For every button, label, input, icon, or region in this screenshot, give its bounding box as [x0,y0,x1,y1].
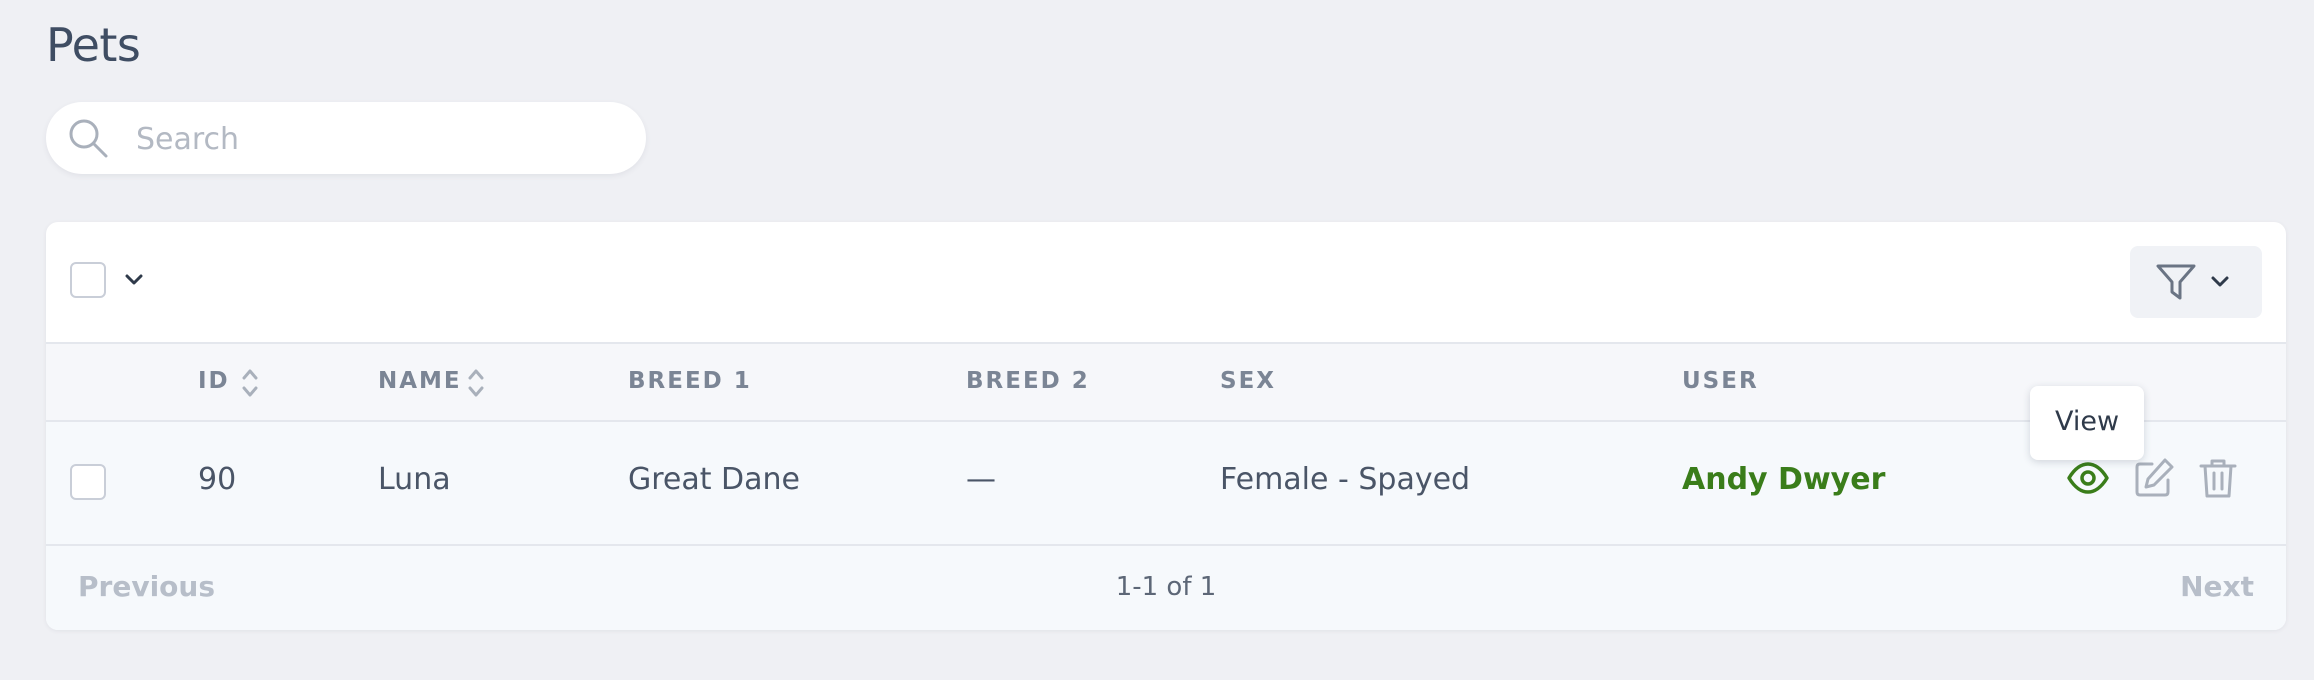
column-header-id[interactable]: ID [198,368,230,394]
edit-icon[interactable] [2132,456,2176,500]
filter-icon [2156,264,2196,300]
filter-button[interactable] [2130,246,2262,318]
table-row[interactable]: 90 Luna Great Dane — Female - Spayed And… [46,422,2286,546]
trash-icon[interactable] [2196,456,2240,500]
column-header-breed2: BREED 2 [966,368,1090,394]
eye-icon[interactable] [2066,456,2110,500]
cell-name: Luna [378,462,451,497]
column-header-user: USER [1682,368,1759,394]
search-input[interactable] [134,114,618,164]
cell-user-link[interactable]: Andy Dwyer [1682,462,1885,497]
row-checkbox[interactable] [70,464,106,500]
table-header: ID NAME BREED 1 BREED 2 SEX USER [46,342,2286,422]
search-icon [69,119,108,158]
tooltip-label: View [2054,406,2120,437]
table-toolbar [46,222,2286,342]
cell-breed2: — [966,462,996,497]
view-tooltip: View [2030,386,2144,460]
page-title: Pets [46,18,141,72]
chevron-down-icon[interactable] [122,268,146,292]
select-all-checkbox[interactable] [70,262,106,298]
column-header-name[interactable]: NAME [378,368,462,394]
pagination: Previous 1-1 of 1 Next [46,546,2286,630]
pets-table-card: ID NAME BREED 1 BREED 2 SEX USER 90 Luna… [46,222,2286,630]
next-button[interactable]: Next [2180,570,2254,603]
sort-icon[interactable] [466,366,486,400]
chevron-down-icon [2211,276,2229,287]
pagination-summary: 1-1 of 1 [1115,572,1217,602]
search-box [46,102,646,174]
sort-icon[interactable] [240,366,260,400]
cell-breed1: Great Dane [628,462,801,497]
cell-sex: Female - Spayed [1220,462,1471,497]
column-header-breed1: BREED 1 [628,368,752,394]
column-header-sex: SEX [1220,368,1277,394]
cell-id: 90 [198,462,237,497]
